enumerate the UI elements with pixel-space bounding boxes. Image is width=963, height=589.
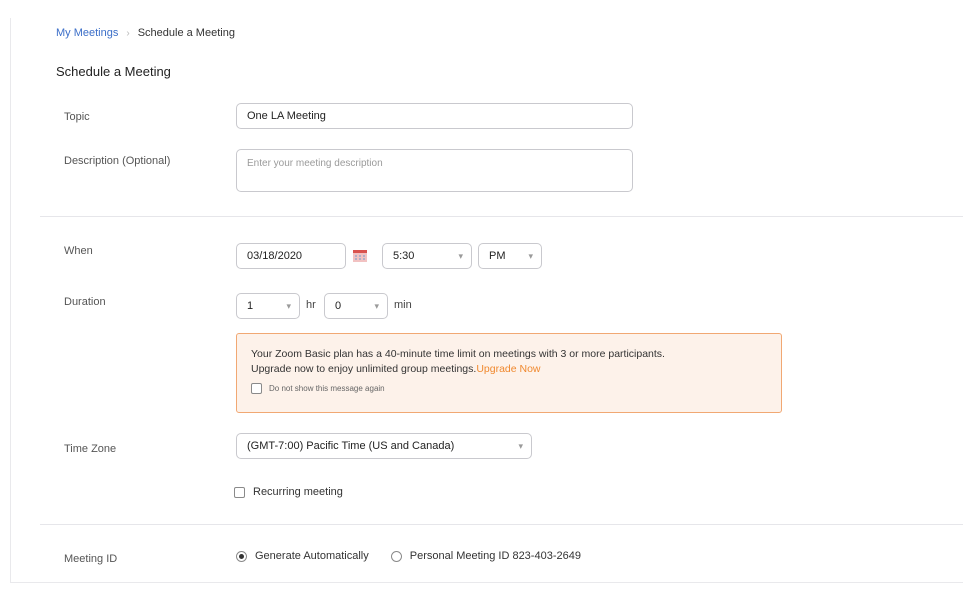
chevron-down-icon: ▾ — [518, 440, 523, 451]
topic-input[interactable]: One LA Meeting — [236, 103, 633, 129]
frame-border-left — [10, 18, 11, 583]
upgrade-now-link[interactable]: Upgrade Now — [476, 363, 540, 375]
breadcrumb-current: Schedule a Meeting — [137, 27, 235, 39]
date-input[interactable]: 03/18/2020 — [236, 243, 346, 269]
chevron-down-icon: ▾ — [374, 300, 379, 311]
notice-message: Your Zoom Basic plan has a 40-minute tim… — [251, 347, 767, 377]
topic-input-value: One LA Meeting — [247, 110, 326, 122]
time-select[interactable]: 5:30 ▾ — [382, 243, 472, 269]
duration-label: Duration — [64, 296, 106, 308]
date-value: 03/18/2020 — [247, 250, 303, 262]
recurring-label[interactable]: Recurring meeting — [253, 486, 343, 498]
time-zone-select[interactable]: (GMT-7:00) Pacific Time (US and Canada) … — [236, 433, 532, 459]
section-divider — [40, 524, 963, 525]
time-zone-value: (GMT-7:00) Pacific Time (US and Canada) — [247, 440, 455, 452]
section-divider — [40, 216, 963, 217]
duration-minutes-select[interactable]: 0 ▾ — [324, 293, 388, 319]
upgrade-notice: Your Zoom Basic plan has a 40-minute tim… — [236, 333, 782, 413]
breadcrumb-my-meetings-link[interactable]: My Meetings — [56, 27, 118, 39]
hours-unit-label: hr — [306, 299, 316, 311]
time-value: 5:30 — [393, 250, 415, 262]
chevron-down-icon: ▾ — [286, 300, 291, 311]
description-textarea[interactable]: Enter your meeting description — [236, 149, 633, 192]
personal-meeting-id-label[interactable]: Personal Meeting ID 823-403-2649 — [410, 550, 581, 562]
notice-line-2: Upgrade now to enjoy unlimited group mee… — [251, 363, 477, 375]
recurring-checkbox[interactable] — [234, 486, 245, 498]
duration-hours-select[interactable]: 1 ▾ — [236, 293, 300, 319]
page-title: Schedule a Meeting — [56, 64, 171, 79]
minutes-unit-label: min — [394, 299, 412, 311]
meeting-id-label: Meeting ID — [64, 553, 118, 565]
radio-selected-dot — [239, 553, 244, 559]
meeting-id-radio-group: Generate Automatically Personal Meeting … — [236, 550, 581, 562]
schedule-meeting-page: My Meetings › Schedule a Meeting Schedul… — [0, 0, 963, 589]
duration-hours-value: 1 — [247, 300, 254, 312]
ampm-value: PM — [489, 250, 506, 262]
chevron-down-icon: ▾ — [458, 250, 463, 261]
notice-line-1: Your Zoom Basic plan has a 40-minute tim… — [251, 348, 665, 360]
generate-automatically-radio[interactable] — [236, 550, 247, 562]
dont-show-again-row: Do not show this message again — [251, 383, 767, 394]
frame-border-bottom — [10, 582, 963, 583]
chevron-down-icon: ▾ — [528, 250, 533, 261]
breadcrumb: My Meetings › Schedule a Meeting — [56, 27, 235, 39]
dont-show-again-checkbox[interactable] — [251, 383, 262, 394]
personal-meeting-id-radio[interactable] — [390, 550, 402, 562]
topic-label: Topic — [64, 111, 90, 123]
time-zone-label: Time Zone — [64, 443, 117, 455]
when-label: When — [64, 245, 93, 257]
generate-automatically-label[interactable]: Generate Automatically — [255, 550, 369, 562]
dont-show-again-label[interactable]: Do not show this message again — [269, 384, 385, 393]
description-label: Description (Optional) — [64, 155, 171, 167]
recurring-row: Recurring meeting — [234, 486, 343, 498]
duration-minutes-value: 0 — [335, 300, 342, 312]
ampm-select[interactable]: PM ▾ — [478, 243, 542, 269]
description-placeholder: Enter your meeting description — [247, 158, 383, 169]
calendar-icon[interactable] — [353, 250, 367, 262]
breadcrumb-separator: › — [126, 27, 130, 39]
